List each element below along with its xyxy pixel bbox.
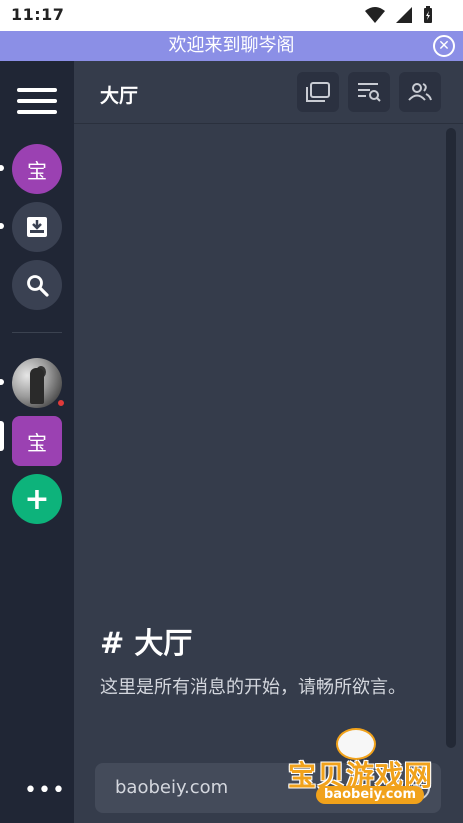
- search-button[interactable]: [12, 260, 62, 310]
- plus-icon: +: [24, 481, 50, 517]
- add-server-button[interactable]: +: [12, 474, 62, 524]
- scrollbar[interactable]: [446, 128, 456, 748]
- unread-indicator: [0, 379, 4, 385]
- search-icon: [27, 275, 49, 297]
- battery-charging-icon: [423, 6, 433, 24]
- welcome-subtitle: 这里是所有消息的开始，请畅所欲言。: [100, 677, 406, 698]
- server-bao-active-button[interactable]: 宝: [12, 416, 62, 466]
- banner-text: 欢迎来到聊岑阁: [168, 35, 295, 56]
- status-icons: [359, 6, 433, 24]
- unread-indicator: [0, 223, 4, 229]
- server-initial: 宝: [27, 158, 47, 183]
- welcome-banner: 欢迎来到聊岑阁 ✕: [0, 31, 463, 61]
- more-options-icon[interactable]: •••: [24, 778, 66, 803]
- unread-indicator: [0, 165, 4, 171]
- threads-icon: [306, 82, 330, 102]
- signal-icon: [395, 6, 412, 24]
- threads-button[interactable]: [297, 72, 339, 112]
- inbox-download-icon: [27, 217, 47, 237]
- menu-icon[interactable]: [17, 88, 57, 118]
- sidebar-divider: [12, 332, 62, 333]
- search-list-icon: [358, 83, 381, 102]
- notification-badge: [56, 398, 66, 408]
- welcome-title: # 大厅: [100, 626, 193, 660]
- members-button[interactable]: [399, 72, 441, 112]
- close-icon[interactable]: ✕: [433, 35, 455, 57]
- channel-header: 大厅: [74, 61, 463, 124]
- server-bao-button[interactable]: 宝: [12, 144, 62, 194]
- user-avatar[interactable]: [12, 358, 62, 408]
- channel-title: 大厅: [100, 85, 139, 107]
- status-bar: 11:17: [0, 0, 463, 31]
- search-messages-button[interactable]: [348, 72, 390, 112]
- server-sidebar: 宝 宝 + •••: [0, 61, 74, 823]
- members-icon: [408, 83, 432, 101]
- selected-indicator: [0, 421, 4, 451]
- watermark-logo: 宝贝游戏网 baobeiy.com: [286, 728, 446, 818]
- inbox-button[interactable]: [12, 202, 62, 252]
- message-input-text: baobeiy.com: [115, 777, 229, 798]
- status-time: 11:17: [11, 5, 65, 24]
- server-initial: 宝: [27, 430, 47, 455]
- wifi-icon: [364, 6, 385, 24]
- watermark-url: baobeiy.com: [316, 786, 424, 804]
